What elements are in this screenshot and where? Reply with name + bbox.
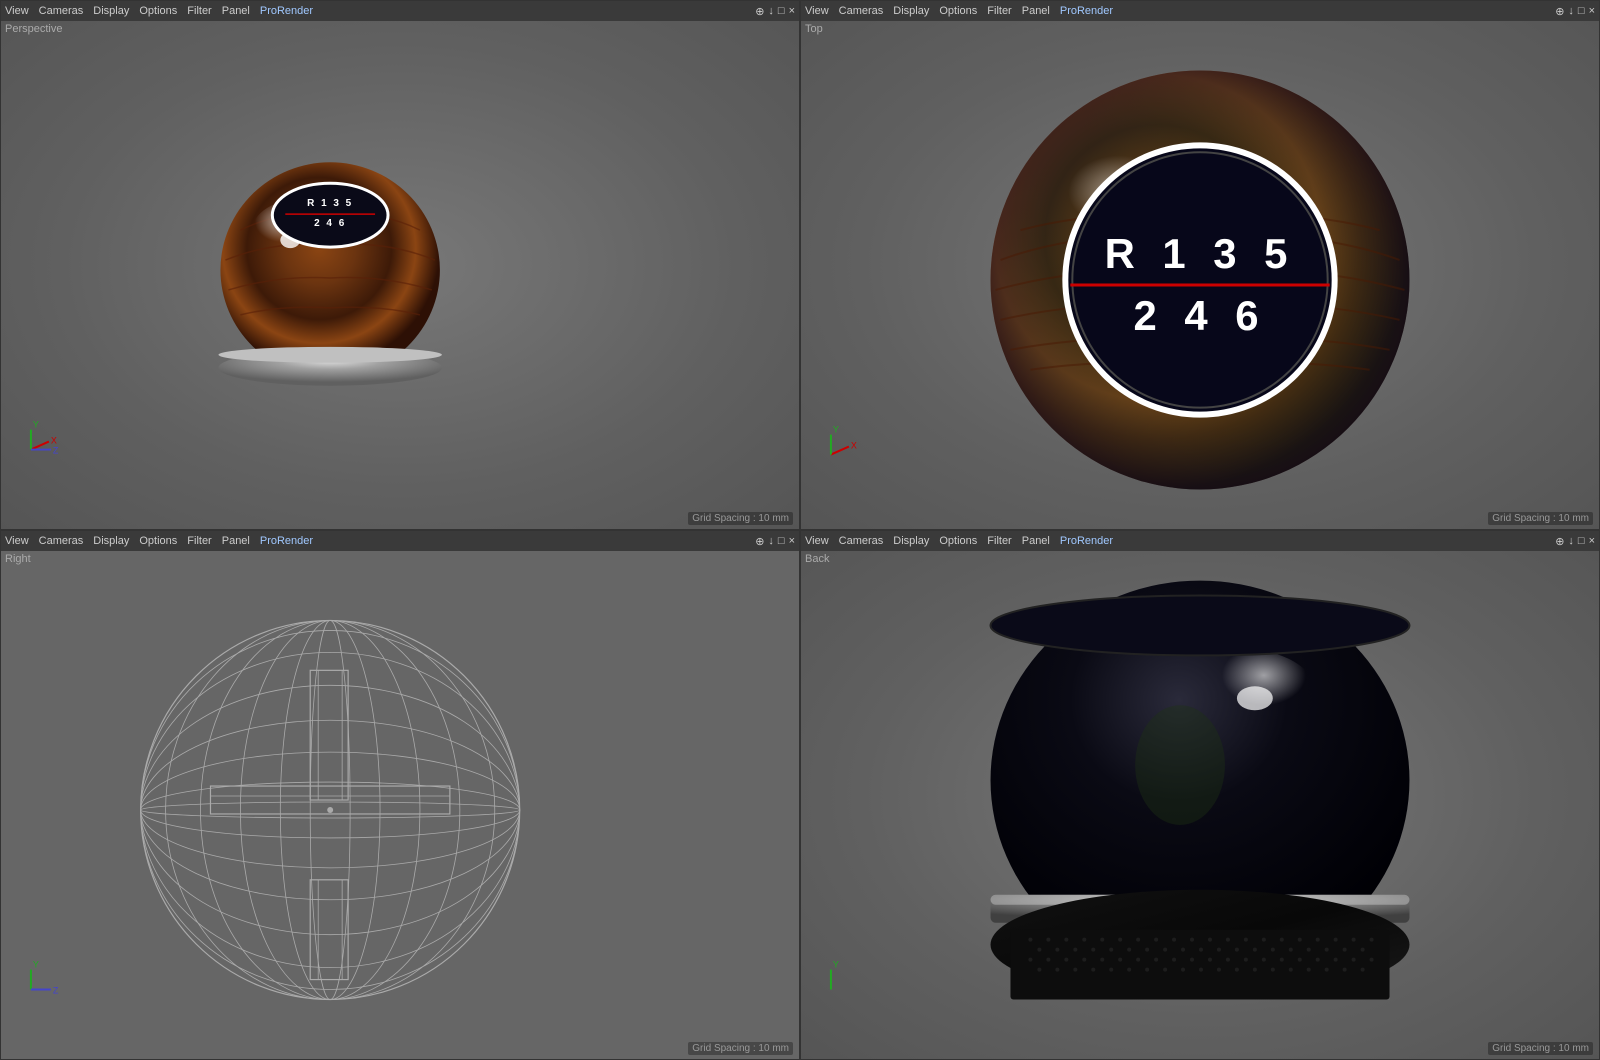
- center-dot: [327, 807, 333, 813]
- menu-options-bl[interactable]: Options: [139, 535, 177, 547]
- right-label: Right: [5, 553, 31, 565]
- svg-text:X: X: [851, 441, 857, 451]
- menubar-right: View Cameras Display Options Filter Pane…: [1, 531, 799, 551]
- menu-panel[interactable]: Panel: [222, 5, 250, 17]
- back-svg: Y: [801, 551, 1599, 1059]
- perspective-label: Perspective: [5, 23, 62, 35]
- svg-text:Y: Y: [33, 420, 39, 430]
- viewport-top[interactable]: View Cameras Display Options Filter Pane…: [800, 0, 1600, 530]
- menu-options[interactable]: Options: [139, 5, 177, 17]
- icon-close-tr: ×: [1589, 5, 1595, 18]
- menu-filter-bl[interactable]: Filter: [187, 535, 211, 547]
- axis-indicator-br: Y: [831, 960, 839, 990]
- shift-top: R 1 3 5: [307, 198, 353, 209]
- axis-indicator-bl: Y Z: [31, 960, 59, 996]
- shift-bottom-large: 2 4 6: [1133, 292, 1266, 339]
- axis-indicator-tr: X Y: [831, 425, 857, 455]
- menu-view[interactable]: View: [5, 5, 29, 17]
- menu-panel-bl[interactable]: Panel: [222, 535, 250, 547]
- env-tree-reflect: [1135, 705, 1225, 825]
- menu-cameras[interactable]: Cameras: [39, 5, 84, 17]
- icon-expand: □: [778, 5, 785, 18]
- top-label: Top: [805, 23, 823, 35]
- menu-display-tr[interactable]: Display: [893, 5, 929, 17]
- menu-prorender-br[interactable]: ProRender: [1060, 535, 1113, 547]
- icon-download-tr: ↓: [1568, 5, 1574, 18]
- icon-expand-tr: □: [1578, 5, 1585, 18]
- viewport-icons-tr: ⊕ ↓ □ ×: [1555, 5, 1595, 18]
- menu-view-bl[interactable]: View: [5, 535, 29, 547]
- menu-cameras-bl[interactable]: Cameras: [39, 535, 84, 547]
- icon-download-bl: ↓: [768, 535, 774, 548]
- viewport-right[interactable]: View Cameras Display Options Filter Pane…: [0, 530, 800, 1060]
- grid-spacing-tr: Grid Spacing : 10 mm: [1488, 512, 1593, 525]
- shift-bottom: 2 4 6: [314, 218, 346, 229]
- icon-expand-bl: □: [778, 535, 785, 548]
- viewport-perspective[interactable]: View Cameras Display Options Filter Pane…: [0, 0, 800, 530]
- menubar-top: View Cameras Display Options Filter Pane…: [801, 1, 1599, 21]
- menu-display-bl[interactable]: Display: [93, 535, 129, 547]
- menu-filter-tr[interactable]: Filter: [987, 5, 1011, 17]
- icon-lock: ⊕: [755, 5, 764, 18]
- icon-download-br: ↓: [1568, 535, 1574, 548]
- menu-display[interactable]: Display: [93, 5, 129, 17]
- svg-text:Y: Y: [833, 960, 839, 970]
- icon-close: ×: [789, 5, 795, 18]
- chrome-ring: [218, 347, 441, 363]
- viewport-icons-bl: ⊕ ↓ □ ×: [755, 535, 795, 548]
- viewport-icons: ⊕ ↓ □ ×: [755, 5, 795, 18]
- svg-text:Z: Z: [53, 986, 59, 996]
- menu-filter-br[interactable]: Filter: [987, 535, 1011, 547]
- perspective-svg: R 1 3 5 2 4 6 X Y Z: [1, 21, 799, 529]
- top-canvas: R 1 3 5 2 4 6 X Y: [801, 21, 1599, 529]
- menu-prorender[interactable]: ProRender: [260, 5, 313, 17]
- right-canvas: Y Z: [1, 551, 799, 1059]
- top-svg: R 1 3 5 2 4 6 X Y: [801, 21, 1599, 529]
- menu-prorender-bl[interactable]: ProRender: [260, 535, 313, 547]
- menu-prorender-tr[interactable]: ProRender: [1060, 5, 1113, 17]
- icon-close-bl: ×: [789, 535, 795, 548]
- svg-text:Z: Z: [53, 446, 59, 456]
- icon-lock-bl: ⊕: [755, 535, 764, 548]
- grid-spacing-tl: Grid Spacing : 10 mm: [688, 512, 793, 525]
- shift-top-large: R 1 3 5: [1105, 230, 1296, 277]
- right-svg: Y Z: [1, 551, 799, 1059]
- icon-lock-br: ⊕: [1555, 535, 1564, 548]
- menu-filter[interactable]: Filter: [187, 5, 211, 17]
- grid-spacing-bl: Grid Spacing : 10 mm: [688, 1042, 793, 1055]
- menu-panel-tr[interactable]: Panel: [1022, 5, 1050, 17]
- knob-specular-back: [1237, 686, 1273, 710]
- perspective-canvas: R 1 3 5 2 4 6 X Y Z: [1, 21, 799, 529]
- texture-dots: [1010, 930, 1389, 1000]
- menu-view-tr[interactable]: View: [805, 5, 829, 17]
- menu-panel-br[interactable]: Panel: [1022, 535, 1050, 547]
- icon-download: ↓: [768, 5, 774, 18]
- back-label: Back: [805, 553, 829, 565]
- grid-spacing-br: Grid Spacing : 10 mm: [1488, 1042, 1593, 1055]
- menu-view-br[interactable]: View: [805, 535, 829, 547]
- svg-text:X: X: [51, 436, 57, 446]
- icon-lock-tr: ⊕: [1555, 5, 1564, 18]
- svg-text:Y: Y: [833, 425, 839, 435]
- menu-display-br[interactable]: Display: [893, 535, 929, 547]
- viewport-back[interactable]: View Cameras Display Options Filter Pane…: [800, 530, 1600, 1060]
- menubar-back: View Cameras Display Options Filter Pane…: [801, 531, 1599, 551]
- svg-text:Y: Y: [33, 960, 39, 970]
- icon-expand-br: □: [1578, 535, 1585, 548]
- menu-options-tr[interactable]: Options: [939, 5, 977, 17]
- icon-close-br: ×: [1589, 535, 1595, 548]
- axis-indicator: X Y Z: [31, 420, 59, 456]
- menu-options-br[interactable]: Options: [939, 535, 977, 547]
- viewport-icons-br: ⊕ ↓ □ ×: [1555, 535, 1595, 548]
- menu-cameras-br[interactable]: Cameras: [839, 535, 884, 547]
- menubar-perspective: View Cameras Display Options Filter Pane…: [1, 1, 799, 21]
- menu-cameras-tr[interactable]: Cameras: [839, 5, 884, 17]
- viewport-grid: View Cameras Display Options Filter Pane…: [0, 0, 1600, 1060]
- back-canvas: Y: [801, 551, 1599, 1059]
